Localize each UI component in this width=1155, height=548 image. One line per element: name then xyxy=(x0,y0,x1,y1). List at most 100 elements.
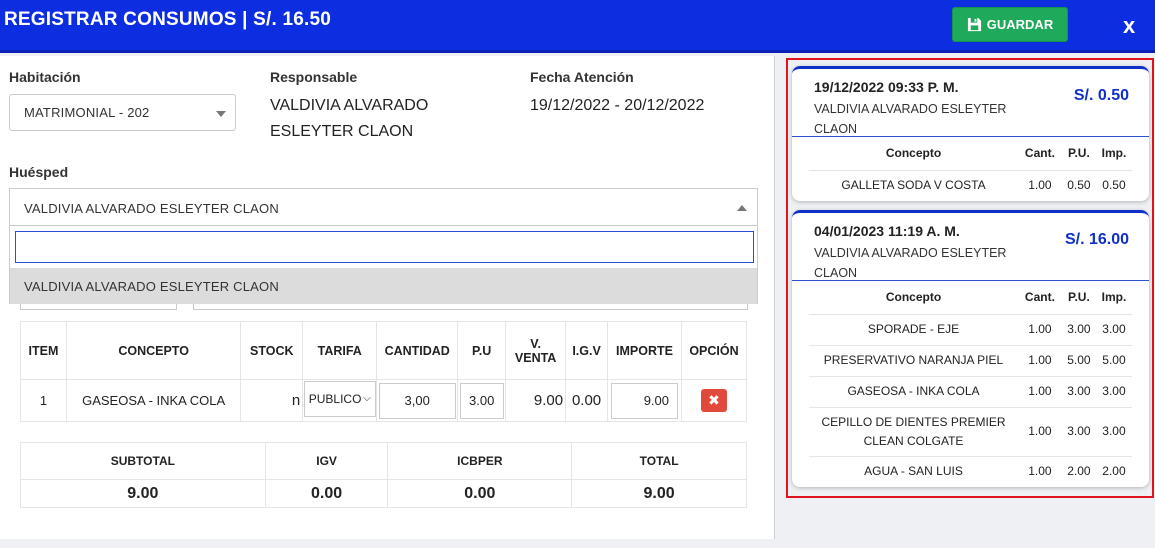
col-cantidad: CANTIDAD xyxy=(376,321,459,380)
row-imp: 2.00 xyxy=(1102,464,1126,479)
row-cant: 1.00 xyxy=(1018,314,1062,346)
row-item: 1 xyxy=(20,379,67,422)
history-card: 19/12/2022 09:33 P. M. VALDIVIA ALVARADO… xyxy=(792,66,1149,201)
history-card-table: Concepto Cant. P.U. Imp. SPORADE - EJE 1… xyxy=(809,281,1132,487)
history-card-date: 04/01/2023 11:19 A. M. xyxy=(814,223,960,239)
row-cant: 1.00 xyxy=(1028,464,1052,479)
row-imp: 5.00 xyxy=(1095,345,1132,377)
igv-value: 0.00 xyxy=(264,479,389,508)
row-pu: 0.50 xyxy=(1067,178,1091,193)
row-concepto: GASEOSA - INKA COLA xyxy=(65,379,242,422)
col-concepto: Concepto xyxy=(809,137,1018,171)
delete-item-button[interactable]: ✖ xyxy=(700,389,727,412)
history-card-table: Concepto Cant. P.U. Imp. GALLETA SODA V … xyxy=(809,137,1132,201)
table-row: CEPILLO DE DIENTES PREMIER CLEAN COLGATE… xyxy=(809,407,1132,457)
close-icon[interactable]: x xyxy=(1123,13,1135,39)
col-tarifa: TARIFA xyxy=(302,321,378,380)
row-pu: 3.00 xyxy=(1061,407,1096,457)
table-row: SPORADE - EJE 1.00 3.00 3.00 xyxy=(809,314,1132,346)
tarifa-select-value: PUBLICO xyxy=(308,392,362,406)
modal-header: REGISTRAR CONSUMOS | S/. 16.50 GUARDAR x xyxy=(0,0,1155,53)
row-concepto: GALLETA SODA V COSTA xyxy=(841,178,986,193)
save-button[interactable]: GUARDAR xyxy=(952,7,1068,42)
col-pu: P.U. xyxy=(1061,281,1096,315)
history-card-amount: S/. 16.00 xyxy=(1064,231,1129,248)
row-concepto: SPORADE - EJE xyxy=(809,314,1018,346)
row-imp: 3.00 xyxy=(1095,376,1132,408)
table-row: PRESERVATIVO NARANJA PIEL 1.00 5.00 5.00 xyxy=(809,345,1132,377)
consumption-form: Habitación MATRIMONIAL - 202 Responsable… xyxy=(0,56,775,548)
row-pu: 3.00 xyxy=(1061,314,1096,346)
row-pu: 5.00 xyxy=(1061,345,1096,377)
row-cant: 1.00 xyxy=(1018,376,1062,408)
icbper-value: 0.00 xyxy=(387,479,573,508)
row-concepto: PRESERVATIVO NARANJA PIEL xyxy=(809,345,1018,377)
row-stock: n xyxy=(240,379,304,422)
col-pu: P.U xyxy=(457,321,507,380)
col-opcion: OPCIÓN xyxy=(680,321,748,380)
subtotal-value: 9.00 xyxy=(20,479,266,508)
col-item: ITEM xyxy=(20,321,67,380)
row-igv: 0.00 xyxy=(565,379,609,422)
col-cant: Cant. xyxy=(1018,137,1062,171)
table-row: GALLETA SODA V COSTA 1.00 0.50 0.50 xyxy=(809,170,1132,201)
row-imp: 0.50 xyxy=(1102,178,1126,193)
row-v-venta: 9.00 xyxy=(505,379,567,422)
col-cant: Cant. xyxy=(1018,281,1062,315)
pu-input[interactable]: 3.00 xyxy=(459,382,504,419)
history-card-header: 04/01/2023 11:19 A. M. VALDIVIA ALVARADO… xyxy=(792,213,1149,281)
col-imp: Imp. xyxy=(1095,137,1132,171)
history-card-amount: S/. 0.50 xyxy=(1073,87,1129,104)
items-table-header: ITEM CONCEPTO STOCK TARIFA CANTIDAD P.U … xyxy=(20,321,748,380)
row-cant: 1.00 xyxy=(1018,345,1062,377)
row-concepto: AGUA - SAN LUIS xyxy=(864,464,963,479)
col-concepto: Concepto xyxy=(809,281,1018,315)
fecha-label: Fecha Atención xyxy=(530,69,634,85)
caret-up-icon xyxy=(737,205,747,211)
huesped-dropdown: VALDIVIA ALVARADO ESLEYTER CLAON xyxy=(9,225,758,304)
items-table: ITEM CONCEPTO STOCK TARIFA CANTIDAD P.U … xyxy=(20,321,748,422)
row-cant: 1.00 xyxy=(1018,407,1062,457)
col-imp: Imp. xyxy=(1095,281,1132,315)
table-row: AGUA - SAN LUIS 1.00 2.00 2.00 xyxy=(809,456,1132,487)
cantidad-input[interactable]: 3,00 xyxy=(378,382,456,419)
table-row: GASEOSA - INKA COLA 1.00 3.00 3.00 xyxy=(809,376,1132,408)
col-v-venta: V. VENTA xyxy=(505,321,567,380)
save-button-label: GUARDAR xyxy=(986,17,1054,32)
subtotal-label: SUBTOTAL xyxy=(20,442,266,480)
huesped-search-input[interactable] xyxy=(15,231,754,263)
col-concepto: CONCEPTO xyxy=(65,321,242,380)
habitacion-select[interactable]: MATRIMONIAL - 202 xyxy=(9,94,236,131)
history-card-date: 19/12/2022 09:33 P. M. xyxy=(814,79,959,95)
importe-input[interactable]: 9.00 xyxy=(611,382,678,419)
row-concepto: GASEOSA - INKA COLA xyxy=(809,376,1018,408)
total-value: 9.00 xyxy=(571,479,747,508)
row-imp: 3.00 xyxy=(1095,407,1132,457)
row-pu: 3.00 xyxy=(1061,376,1096,408)
icbper-label: ICBPER xyxy=(387,442,573,480)
huesped-select-value: VALDIVIA ALVARADO ESLEYTER CLAON xyxy=(24,201,279,216)
responsable-label: Responsable xyxy=(270,69,358,85)
row-cant: 1.00 xyxy=(1028,178,1052,193)
tarifa-select[interactable]: PUBLICO ⌵ xyxy=(303,381,376,417)
history-card-header: 19/12/2022 09:33 P. M. VALDIVIA ALVARADO… xyxy=(792,69,1149,137)
modal-title: REGISTRAR CONSUMOS | S/. 16.50 xyxy=(4,9,331,30)
col-igv: I.G.V xyxy=(565,321,609,380)
table-row: 1 GASEOSA - INKA COLA n PUBLICO ⌵ 3,00 3… xyxy=(20,379,748,422)
history-card: 04/01/2023 11:19 A. M. VALDIVIA ALVARADO… xyxy=(792,210,1149,487)
fecha-value: 19/12/2022 - 20/12/2022 xyxy=(530,97,705,114)
caret-down-icon xyxy=(216,111,226,117)
totals-table: SUBTOTAL IGV ICBPER TOTAL 9.00 0.00 0.00… xyxy=(20,442,747,508)
row-concepto: CEPILLO DE DIENTES PREMIER CLEAN COLGATE xyxy=(809,407,1018,457)
huesped-label: Huésped xyxy=(9,164,69,180)
col-pu: P.U. xyxy=(1061,137,1096,171)
history-card-guest: VALDIVIA ALVARADO ESLEYTER CLAON xyxy=(814,246,1007,280)
history-card-guest: VALDIVIA ALVARADO ESLEYTER CLAON xyxy=(814,102,1007,136)
col-importe: IMPORTE xyxy=(607,321,682,380)
floppy-disk-icon xyxy=(967,17,981,32)
responsable-value: VALDIVIA ALVARADO ESLEYTER CLAON xyxy=(270,97,429,140)
row-imp: 3.00 xyxy=(1095,314,1132,346)
huesped-option[interactable]: VALDIVIA ALVARADO ESLEYTER CLAON xyxy=(10,268,757,304)
consumption-history: 19/12/2022 09:33 P. M. VALDIVIA ALVARADO… xyxy=(786,58,1154,498)
huesped-select[interactable]: VALDIVIA ALVARADO ESLEYTER CLAON xyxy=(9,188,758,226)
